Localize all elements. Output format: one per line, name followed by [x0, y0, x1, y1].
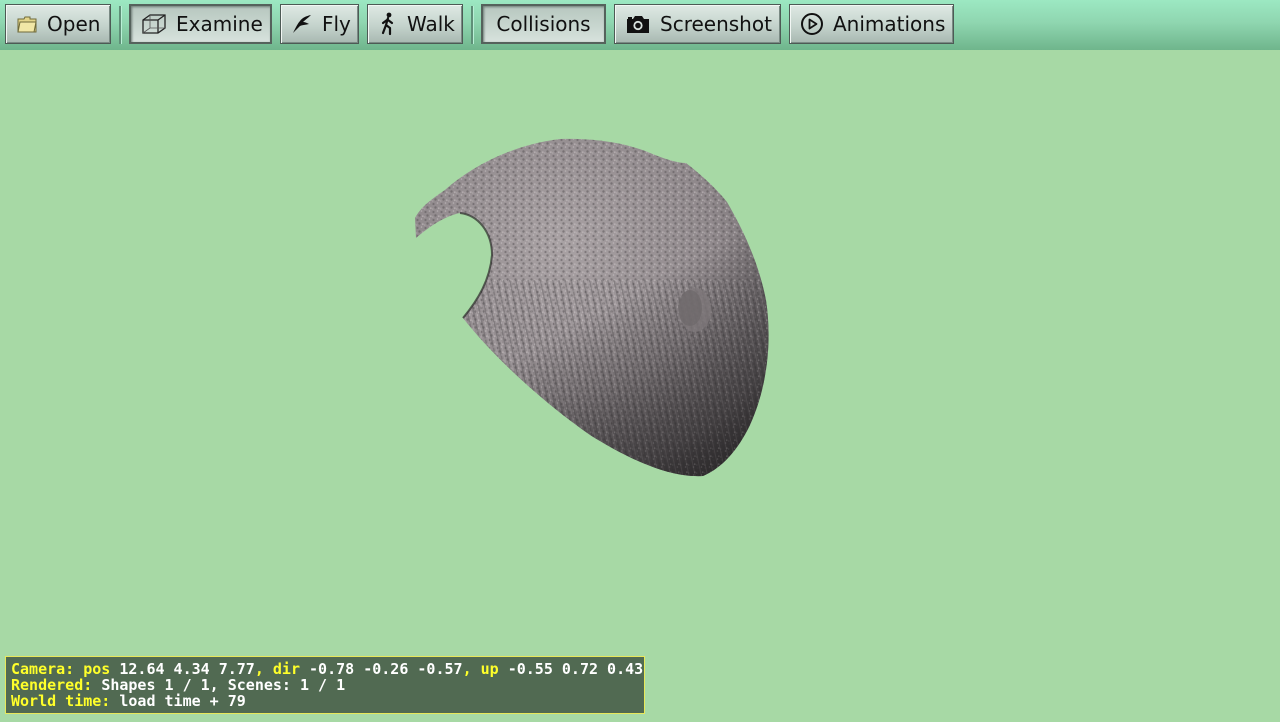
- examine-button[interactable]: Examine: [129, 4, 272, 44]
- camera-icon: [625, 11, 651, 37]
- open-button-label: Open: [47, 12, 101, 36]
- toolbar: Open Examine Fly Walk Collisions Screens…: [0, 0, 1280, 50]
- screenshot-button[interactable]: Screenshot: [614, 4, 781, 44]
- walk-button-label: Walk: [407, 12, 455, 36]
- world-time-key: World time:: [11, 692, 111, 710]
- screenshot-button-label: Screenshot: [660, 12, 772, 36]
- toolbar-separator: [471, 6, 474, 44]
- toolbar-separator: [119, 6, 122, 44]
- folder-icon: [16, 11, 38, 37]
- open-button[interactable]: Open: [5, 4, 111, 44]
- up-key: , up: [462, 660, 499, 678]
- play-circle-icon: [800, 11, 824, 37]
- examine-button-label: Examine: [176, 12, 263, 36]
- animations-button-label: Animations: [833, 12, 946, 36]
- 3d-viewport[interactable]: [0, 50, 1280, 718]
- fly-button-label: Fly: [322, 12, 351, 36]
- fly-button[interactable]: Fly: [280, 4, 359, 44]
- collisions-button[interactable]: Collisions: [481, 4, 606, 44]
- up-value: -0.55 0.72 0.43: [507, 660, 644, 678]
- world-time-value: load time + 79: [119, 692, 246, 710]
- rock-model: [415, 138, 769, 477]
- walking-person-icon: [378, 11, 398, 37]
- collisions-button-label: Collisions: [496, 12, 591, 36]
- animations-button[interactable]: Animations: [789, 4, 954, 44]
- bird-icon: [291, 11, 313, 37]
- status-overlay: Camera: pos 12.64 4.34 7.77, dir -0.78 -…: [5, 656, 645, 714]
- walk-button[interactable]: Walk: [367, 4, 463, 44]
- cube-icon: [141, 11, 167, 37]
